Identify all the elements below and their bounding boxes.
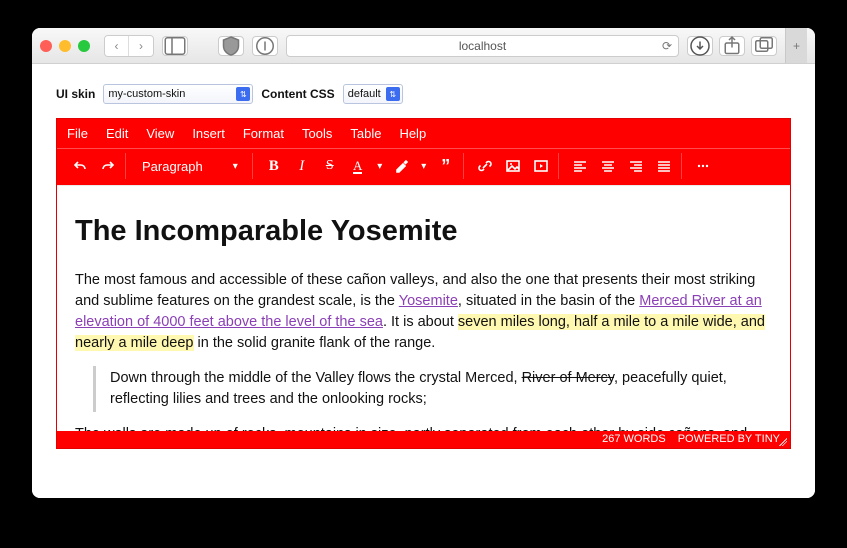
- block-format-select[interactable]: Paragraph ▾: [134, 153, 248, 179]
- doc-paragraph-1: The most famous and accessible of these …: [75, 270, 772, 354]
- ui-skin-label: UI skin: [56, 87, 95, 101]
- link-button[interactable]: [472, 153, 498, 179]
- back-button[interactable]: ‹: [105, 36, 129, 56]
- share-button[interactable]: [719, 36, 745, 56]
- doc-paragraph-2: The walls are made up of rocks, mountain…: [75, 424, 772, 431]
- tabs-button[interactable]: [751, 36, 777, 56]
- highlight-button[interactable]: [389, 153, 415, 179]
- link-yosemite[interactable]: Yosemite: [399, 293, 458, 309]
- window-traffic-lights: [40, 40, 90, 52]
- forward-button[interactable]: ›: [129, 36, 153, 56]
- block-format-value: Paragraph: [142, 159, 203, 174]
- chevron-updown-icon: ⇅: [386, 87, 400, 101]
- browser-right-controls: [687, 36, 777, 56]
- italic-button[interactable]: I: [289, 153, 315, 179]
- reader-button[interactable]: [252, 36, 278, 56]
- doc-blockquote: Down through the middle of the Valley fl…: [93, 366, 772, 412]
- editor-statusbar: 267 WORDS POWERED BY TINY: [57, 431, 790, 448]
- browser-window: ‹ › localhost ⟳ +: [32, 28, 815, 498]
- minimize-window-button[interactable]: [59, 40, 71, 52]
- chevron-updown-icon: ⇅: [236, 87, 250, 101]
- address-text: localhost: [459, 39, 506, 53]
- menu-view[interactable]: View: [146, 126, 174, 141]
- ui-skin-select[interactable]: my-custom-skin ⇅: [103, 84, 253, 104]
- content-css-value: default: [348, 88, 381, 100]
- strikethrough-button[interactable]: S: [317, 153, 343, 179]
- redo-button[interactable]: [95, 153, 121, 179]
- editor-toolbar: Paragraph ▾ B I S A ▾ ▾ ”: [57, 148, 790, 185]
- address-bar[interactable]: localhost ⟳: [286, 35, 679, 57]
- menu-table[interactable]: Table: [350, 126, 381, 141]
- image-button[interactable]: [500, 153, 526, 179]
- undo-button[interactable]: [67, 153, 93, 179]
- tinymce-editor: File Edit View Insert Format Tools Table…: [56, 118, 791, 449]
- ui-skin-value: my-custom-skin: [108, 88, 185, 100]
- new-tab-button[interactable]: +: [785, 28, 807, 63]
- powered-by[interactable]: POWERED BY TINY: [678, 433, 780, 445]
- more-button[interactable]: [690, 153, 716, 179]
- bold-button[interactable]: B: [261, 153, 287, 179]
- content-css-select[interactable]: default ⇅: [343, 84, 403, 104]
- resize-grip-icon[interactable]: [777, 436, 787, 446]
- align-right-button[interactable]: [623, 153, 649, 179]
- menu-help[interactable]: Help: [399, 126, 426, 141]
- config-row: UI skin my-custom-skin ⇅ Content CSS def…: [56, 84, 791, 104]
- doc-title: The Incomparable Yosemite: [75, 210, 772, 252]
- zoom-window-button[interactable]: [78, 40, 90, 52]
- media-button[interactable]: [528, 153, 554, 179]
- text-color-button[interactable]: A: [345, 153, 371, 179]
- menu-edit[interactable]: Edit: [106, 126, 128, 141]
- page-body: UI skin my-custom-skin ⇅ Content CSS def…: [32, 64, 815, 498]
- reload-icon[interactable]: ⟳: [662, 39, 672, 53]
- downloads-button[interactable]: [687, 36, 713, 56]
- text-color-menu[interactable]: ▾: [373, 153, 387, 179]
- close-window-button[interactable]: [40, 40, 52, 52]
- menu-format[interactable]: Format: [243, 126, 284, 141]
- menu-tools[interactable]: Tools: [302, 126, 332, 141]
- privacy-report-button[interactable]: [218, 36, 244, 56]
- align-center-button[interactable]: [595, 153, 621, 179]
- align-left-button[interactable]: [567, 153, 593, 179]
- menu-file[interactable]: File: [67, 126, 88, 141]
- sidebar-toggle-button[interactable]: [162, 36, 188, 56]
- highlight-menu[interactable]: ▾: [417, 153, 431, 179]
- browser-titlebar: ‹ › localhost ⟳ +: [32, 28, 815, 64]
- strike-text: River of Mercy: [522, 370, 614, 386]
- chevron-down-icon: ▾: [233, 161, 238, 172]
- nav-back-forward: ‹ ›: [104, 35, 154, 57]
- editor-content[interactable]: The Incomparable Yosemite The most famou…: [57, 185, 790, 431]
- editor-menubar: File Edit View Insert Format Tools Table…: [57, 119, 790, 148]
- content-css-label: Content CSS: [261, 87, 334, 101]
- align-justify-button[interactable]: [651, 153, 677, 179]
- blockquote-button[interactable]: ”: [433, 153, 459, 179]
- menu-insert[interactable]: Insert: [192, 126, 225, 141]
- word-count[interactable]: 267 WORDS: [602, 433, 666, 445]
